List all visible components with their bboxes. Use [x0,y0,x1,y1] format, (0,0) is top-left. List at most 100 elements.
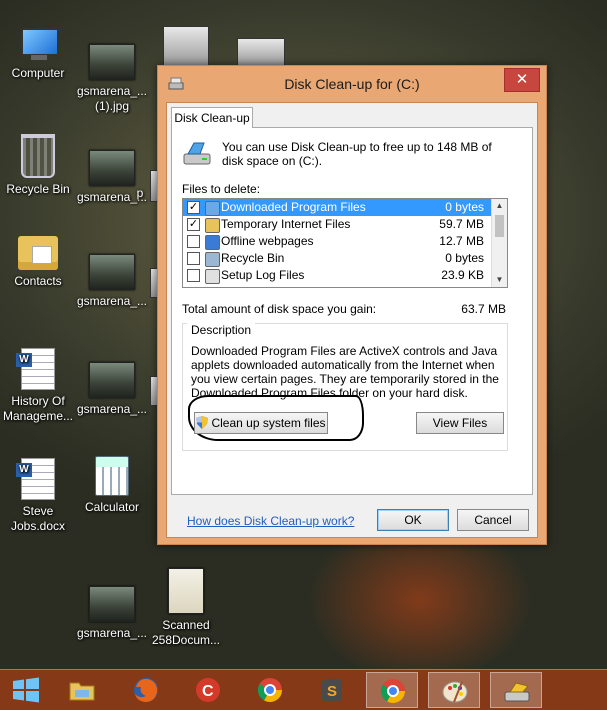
desktop-icon-gsmarena-2[interactable]: gsmarena_... [74,244,150,309]
folder-icon [69,682,95,701]
calculator-icon [95,456,129,496]
file-type-icon [205,235,220,250]
taskbar-file-explorer[interactable] [56,672,108,708]
disk-cleanup-icon [504,682,530,702]
desktop-icon-label: Recycle Bin [6,182,70,196]
recycle-bin-icon [21,134,55,178]
firefox-icon [134,678,158,702]
desktop-icon-label: Contacts [14,274,62,288]
file-row[interactable]: ✓ Temporary Internet Files 59.7 MB [183,216,492,233]
file-size: 59.7 MB [439,217,484,231]
svg-text:C: C [202,683,214,700]
windows-logo-icon [13,677,39,703]
help-link[interactable]: How does Disk Clean-up work? [187,514,354,528]
start-button[interactable] [0,672,52,708]
close-icon: ✕ [515,71,529,88]
desktop-icon-history[interactable]: W History Of Manageme... [0,348,76,424]
desktop-icon-contacts[interactable]: Contacts [0,236,76,289]
image-thumbnail-icon [89,362,135,398]
scroll-up-icon[interactable]: ▲ [492,199,507,213]
image-thumbnail-icon [89,44,135,80]
cancel-button[interactable]: Cancel [457,509,529,531]
file-checkbox[interactable]: ✓ [187,201,200,214]
view-files-button[interactable]: View Files [416,412,504,434]
desktop-icon-steve-jobs[interactable]: W Steve Jobs.docx [0,458,76,534]
desktop-icon-label: Calculator [84,500,140,514]
file-row[interactable]: Offline webpages 12.7 MB [183,233,492,250]
scrollbar-thumb[interactable] [495,215,504,237]
file-checkbox[interactable]: ✓ [187,218,200,231]
document-scan-icon [168,568,204,614]
file-size: 12.7 MB [439,234,484,248]
word-document-icon: W [16,458,55,500]
file-size: 0 bytes [445,251,484,265]
taskbar-paint[interactable] [428,672,480,708]
desktop-icon-gsmarena-4[interactable]: gsmarena_... [74,352,150,417]
close-button[interactable]: ✕ [504,68,540,92]
description-title: Description [187,323,256,337]
desktop-icon-label: History Of Manageme... [2,394,74,423]
desktop-icon-scanned[interactable]: Scanned 258Docum... [148,566,224,648]
partial-thumbnail-icon [163,26,209,66]
taskbar-chrome-window[interactable] [366,672,418,708]
file-row[interactable]: Setup Log Files 23.9 KB [183,267,492,284]
image-thumbnail-icon [89,150,135,186]
dialog-client-area: Disk Clean-up You can use Disk Clean-up … [166,102,538,538]
file-checkbox[interactable] [187,252,200,265]
desktop-icon-label: Computer [11,66,65,80]
desktop-icon-label: Steve Jobs.docx [10,504,66,533]
desktop-icon-computer[interactable]: Computer [0,28,76,81]
desktop-icon-recycle-bin[interactable]: Recycle Bin [0,134,76,197]
title-bar[interactable]: Disk Clean-up for (C:) ✕ [158,66,546,102]
file-type-icon [205,218,220,233]
intro-text: You can use Disk Clean-up to free up to … [222,140,492,168]
taskbar-chrome[interactable] [244,672,296,708]
tab-panel: You can use Disk Clean-up to free up to … [171,127,533,495]
tab-disk-cleanup[interactable]: Disk Clean-up [171,107,253,128]
partial-thumbnail-icon [237,38,285,66]
drive-cleanup-icon [183,142,211,165]
taskbar: C S [0,669,607,710]
chrome-icon [380,679,405,704]
file-type-icon [205,269,220,284]
sublime-text-icon: S [322,679,342,701]
files-to-delete-list[interactable]: ✓ Downloaded Program Files 0 bytes ✓ Tempora… [182,198,508,288]
desktop-icon-label: gsmarena_... (1).jpg [76,84,148,113]
contacts-folder-icon [18,236,58,270]
uac-shield-icon [196,416,209,429]
file-checkbox[interactable] [187,235,200,248]
image-thumbnail-icon [89,254,135,290]
desktop-icon-gsmarena-1[interactable]: gsmarena_... (1).jpg [74,34,150,114]
disk-cleanup-dialog: Disk Clean-up for (C:) ✕ Disk Clean-up Y… [157,65,547,545]
file-size: 0 bytes [445,200,484,214]
desktop-icon-label: gsmarena_... [76,626,148,640]
desktop-icon-label: gsmarena_... [76,402,148,416]
paint-palette-icon [442,681,468,703]
computer-icon [17,28,59,62]
file-name: Offline webpages [221,234,314,248]
file-type-icon [205,252,220,267]
desktop-icon-label: gsmarena_... [76,294,148,308]
clean-up-system-files-button[interactable]: Clean up system files [194,412,328,434]
scroll-down-icon[interactable]: ▼ [492,273,507,287]
file-size: 23.9 KB [441,268,484,282]
ok-button[interactable]: OK [377,509,449,531]
dialog-title: Disk Clean-up for (C:) [284,76,420,92]
desktop-icon-gsmarena-5[interactable]: gsmarena_... [74,576,150,641]
chrome-icon [257,678,282,703]
file-row[interactable]: ✓ Downloaded Program Files 0 bytes [183,199,492,216]
file-name: Setup Log Files [221,268,305,282]
taskbar-firefox[interactable] [120,672,172,708]
file-checkbox[interactable] [187,269,200,282]
word-document-icon: W [16,348,55,390]
file-row[interactable]: Recycle Bin 0 bytes [183,250,492,267]
taskbar-disk-cleanup[interactable] [490,672,542,708]
taskbar-ccleaner[interactable]: C [182,672,234,708]
svg-text:S: S [327,683,337,700]
desktop-icon-calculator[interactable]: Calculator [74,456,150,515]
file-name: Recycle Bin [221,251,285,265]
taskbar-sublime[interactable]: S [306,672,358,708]
total-space-label: Total amount of disk space you gain: [182,302,377,316]
file-name: Temporary Internet Files [221,217,351,231]
list-scrollbar[interactable]: ▲ ▼ [491,199,507,287]
